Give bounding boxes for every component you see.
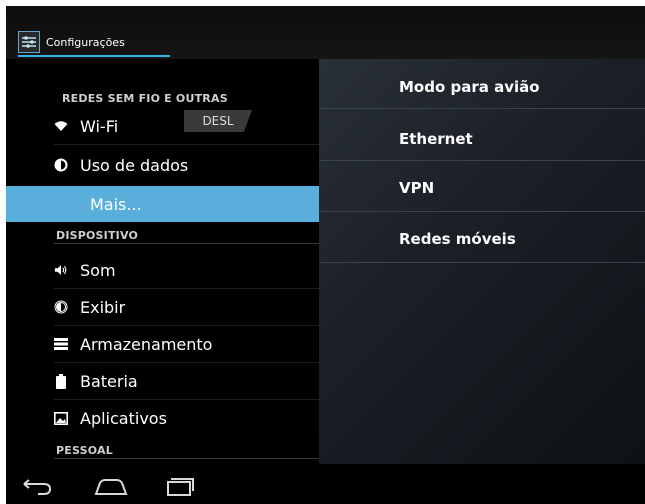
- wifi-toggle[interactable]: DESL: [184, 110, 252, 132]
- section-divider: [54, 458, 319, 459]
- storage-icon: [54, 337, 68, 351]
- menu-item-apps[interactable]: Aplicativos: [6, 400, 319, 436]
- option-ethernet[interactable]: Ethernet: [399, 130, 473, 148]
- menu-item-label: Armazenamento: [80, 334, 213, 354]
- menu-item-battery[interactable]: Bateria: [6, 363, 319, 399]
- settings-sliders-icon: [18, 31, 40, 53]
- section-header-device: DISPOSITIVO: [56, 229, 139, 242]
- recents-icon[interactable]: [158, 472, 198, 498]
- menu-item-label: Exibir: [80, 297, 126, 317]
- wifi-icon: [54, 119, 68, 133]
- action-bar: Configurações: [6, 6, 645, 59]
- battery-icon: [54, 373, 68, 389]
- menu-item-label: Som: [80, 260, 116, 280]
- display-brightness-icon: [54, 300, 68, 314]
- menu-item-display[interactable]: Exibir: [6, 289, 319, 325]
- menu-item-label: Wi-Fi: [80, 116, 119, 136]
- menu-item-storage[interactable]: Armazenamento: [6, 326, 319, 362]
- settings-menu: REDES SEM FIO E OUTRAS Wi-Fi DESL Uso de…: [6, 59, 319, 464]
- option-vpn[interactable]: VPN: [399, 179, 434, 197]
- menu-item-label: Uso de dados: [80, 155, 189, 175]
- app-title: Configurações: [46, 35, 125, 49]
- system-nav-bar: [6, 464, 645, 504]
- section-header-personal: PESSOAL: [56, 444, 113, 457]
- data-usage-icon: [54, 158, 68, 172]
- back-icon[interactable]: [18, 472, 58, 498]
- section-divider: [54, 243, 319, 244]
- menu-item-label: Bateria: [80, 371, 138, 391]
- option-mobile-networks[interactable]: Redes móveis: [399, 230, 516, 248]
- menu-item-sound[interactable]: Som: [6, 252, 319, 288]
- divider: [319, 160, 645, 161]
- menu-item-more[interactable]: Mais...: [6, 186, 319, 222]
- home-icon[interactable]: [91, 472, 131, 498]
- menu-item-label: Aplicativos: [80, 408, 167, 428]
- divider: [319, 108, 645, 109]
- more-settings-pane: Modo para avião Ethernet VPN Redes móvei…: [319, 59, 645, 464]
- option-airplane-mode[interactable]: Modo para avião: [399, 78, 540, 96]
- menu-item-wifi[interactable]: Wi-Fi DESL: [6, 108, 319, 144]
- divider: [319, 211, 645, 212]
- divider: [54, 144, 319, 145]
- speaker-icon: [54, 263, 68, 277]
- section-header-wireless: REDES SEM FIO E OUTRAS: [62, 92, 228, 105]
- divider: [319, 262, 645, 263]
- tablet-screen: Configurações REDES SEM FIO E OUTRAS Wi-…: [6, 6, 645, 504]
- app-tab-underline: [18, 55, 170, 57]
- menu-item-label: Mais...: [90, 194, 142, 214]
- menu-item-data-usage[interactable]: Uso de dados: [6, 147, 319, 183]
- apps-icon: [54, 411, 68, 425]
